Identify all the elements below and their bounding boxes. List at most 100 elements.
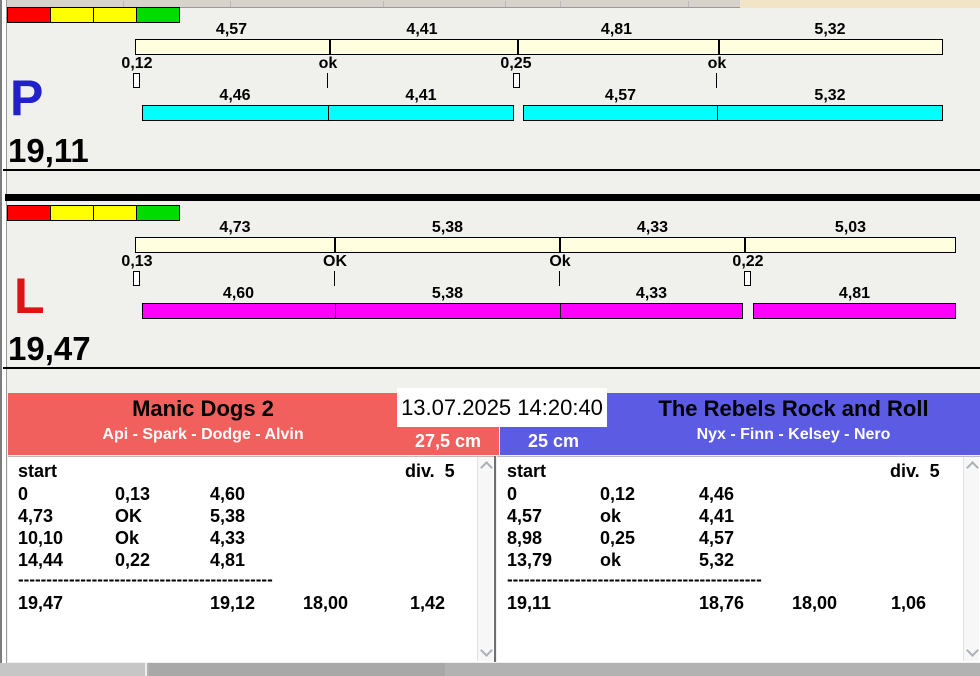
table-cell: 5,32 xyxy=(699,550,735,570)
bar-tick xyxy=(718,40,720,54)
taskbar-segment xyxy=(0,663,147,676)
table-div-label: div. 5 xyxy=(890,461,940,481)
table-cell: 0 xyxy=(18,484,29,504)
table-cell: 4,73 xyxy=(18,506,54,526)
box-pass-marker xyxy=(133,73,140,88)
table-cell: 14,44 xyxy=(18,550,64,570)
table-total: 19,12 xyxy=(210,593,256,613)
line-marker xyxy=(559,271,560,286)
result-panel-left xyxy=(8,456,494,662)
split-label-l-bottom-4: 4,81 xyxy=(838,285,871,302)
box-pass-marker xyxy=(744,271,751,286)
lane-letter-p: P xyxy=(10,70,44,126)
panel-divider xyxy=(494,456,496,662)
split-label-l-top-1: 4,73 xyxy=(219,219,251,236)
mark-label-l-4: 0,22 xyxy=(732,253,764,270)
mark-label-p-2: ok xyxy=(318,55,338,72)
light-yellow-2 xyxy=(93,7,137,23)
mark-label-l-1: 0,13 xyxy=(121,253,153,270)
split-label-p-bottom-3: 4,57 xyxy=(604,87,637,104)
taskbar-strip xyxy=(0,663,980,676)
table-cell: 0,12 xyxy=(600,484,636,504)
bar-tick xyxy=(560,304,561,318)
dog-bar-l-1 xyxy=(142,303,743,319)
bar-tick xyxy=(335,304,336,318)
scroll-up-icon[interactable] xyxy=(966,461,979,474)
top-strip-tan-segment xyxy=(740,0,980,8)
scrollbar-left-panel[interactable] xyxy=(477,457,493,661)
line-marker xyxy=(716,73,717,88)
mark-label-p-1: 0,12 xyxy=(121,55,153,72)
split-label-p-top-2: 4,41 xyxy=(406,21,438,38)
timeline-bar-p xyxy=(135,39,943,55)
table-cell: 4,81 xyxy=(210,550,246,570)
table-cell: 4,60 xyxy=(210,484,246,504)
light-yellow-1 xyxy=(50,7,94,23)
table-cell: ok xyxy=(600,506,622,526)
scrollbar-right-panel[interactable] xyxy=(963,457,979,661)
split-label-l-bottom-1: 4,60 xyxy=(222,285,255,302)
jump-height-left: 27,5 cm xyxy=(397,427,499,455)
section-divider-line xyxy=(3,169,980,171)
flyball-timing-screen: 4,57 4,41 4,81 5,32 0,12 ok 0,25 ok 4,46… xyxy=(0,0,980,676)
team-name-right: The Rebels Rock and Roll xyxy=(658,396,929,421)
scroll-down-icon[interactable] xyxy=(966,644,979,657)
split-label-l-top-3: 4,33 xyxy=(636,219,669,236)
bar-tick xyxy=(328,106,329,120)
table-cell: 4,57 xyxy=(507,506,543,526)
window-left-border xyxy=(0,0,7,663)
bar-tick xyxy=(329,40,331,54)
table-total: 18,76 xyxy=(699,593,745,613)
split-label-p-bottom-2: 4,41 xyxy=(405,87,437,104)
table-total: 18,00 xyxy=(303,593,349,613)
split-label-l-bottom-3: 4,33 xyxy=(635,285,668,302)
lane-total-l: 19,47 xyxy=(8,330,91,367)
table-cell: 4,46 xyxy=(699,484,735,504)
table-cell: 0,13 xyxy=(115,484,151,504)
table-cell: OK xyxy=(115,506,142,526)
box-pass-marker xyxy=(513,73,520,88)
light-red xyxy=(7,7,51,23)
table-cell: 0,22 xyxy=(115,550,151,570)
team-name-left: Manic Dogs 2 xyxy=(132,396,274,421)
box-pass-marker xyxy=(133,271,140,286)
light-red xyxy=(7,205,51,221)
bar-tick xyxy=(334,238,336,252)
split-label-p-top-1: 4,57 xyxy=(215,21,248,38)
mark-label-l-3: Ok xyxy=(549,253,571,270)
mark-label-l-2: OK xyxy=(323,253,347,270)
split-label-l-top-4: 5,03 xyxy=(834,219,867,236)
table-divider-dashes: ----------------------------------------… xyxy=(18,570,273,589)
table-divider-dashes: ----------------------------------------… xyxy=(507,570,762,589)
dog-bar-p-2 xyxy=(523,105,943,121)
scroll-down-icon[interactable] xyxy=(480,644,493,657)
table-cell: Ok xyxy=(115,528,140,548)
table-cell: 5,38 xyxy=(210,506,246,526)
dog-bar-p-1 xyxy=(142,105,514,121)
lane-letter-l: L xyxy=(14,268,45,324)
table-cell: ok xyxy=(600,550,622,570)
table-total: 19,47 xyxy=(18,593,64,613)
mark-label-p-4: ok xyxy=(707,55,727,72)
split-label-p-top-3: 4,81 xyxy=(600,21,633,38)
split-label-l-top-2: 5,38 xyxy=(431,219,464,236)
table-cell: 13,79 xyxy=(507,550,553,570)
scroll-up-icon[interactable] xyxy=(480,461,493,474)
result-panel-right xyxy=(497,456,980,662)
datetime-display: 13.07.2025 14:20:40 xyxy=(397,388,607,427)
bar-tick xyxy=(744,238,746,252)
line-marker xyxy=(327,73,328,88)
bar-tick xyxy=(717,106,718,120)
bar-tick xyxy=(559,238,561,252)
team-dogs-left: Api - Spark - Dodge - Alvin xyxy=(102,426,304,443)
table-total: 19,11 xyxy=(507,593,552,613)
table-cell: 0 xyxy=(507,484,518,504)
section-divider-line xyxy=(3,367,980,369)
lane-separator-band xyxy=(5,194,980,201)
table-div-label: div. 5 xyxy=(405,461,455,481)
light-yellow-2 xyxy=(93,205,137,221)
table-cell: 4,57 xyxy=(699,528,735,548)
table-total: 1,42 xyxy=(410,593,446,613)
table-total: 1,06 xyxy=(891,593,927,613)
table-cell: 10,10 xyxy=(18,528,64,548)
